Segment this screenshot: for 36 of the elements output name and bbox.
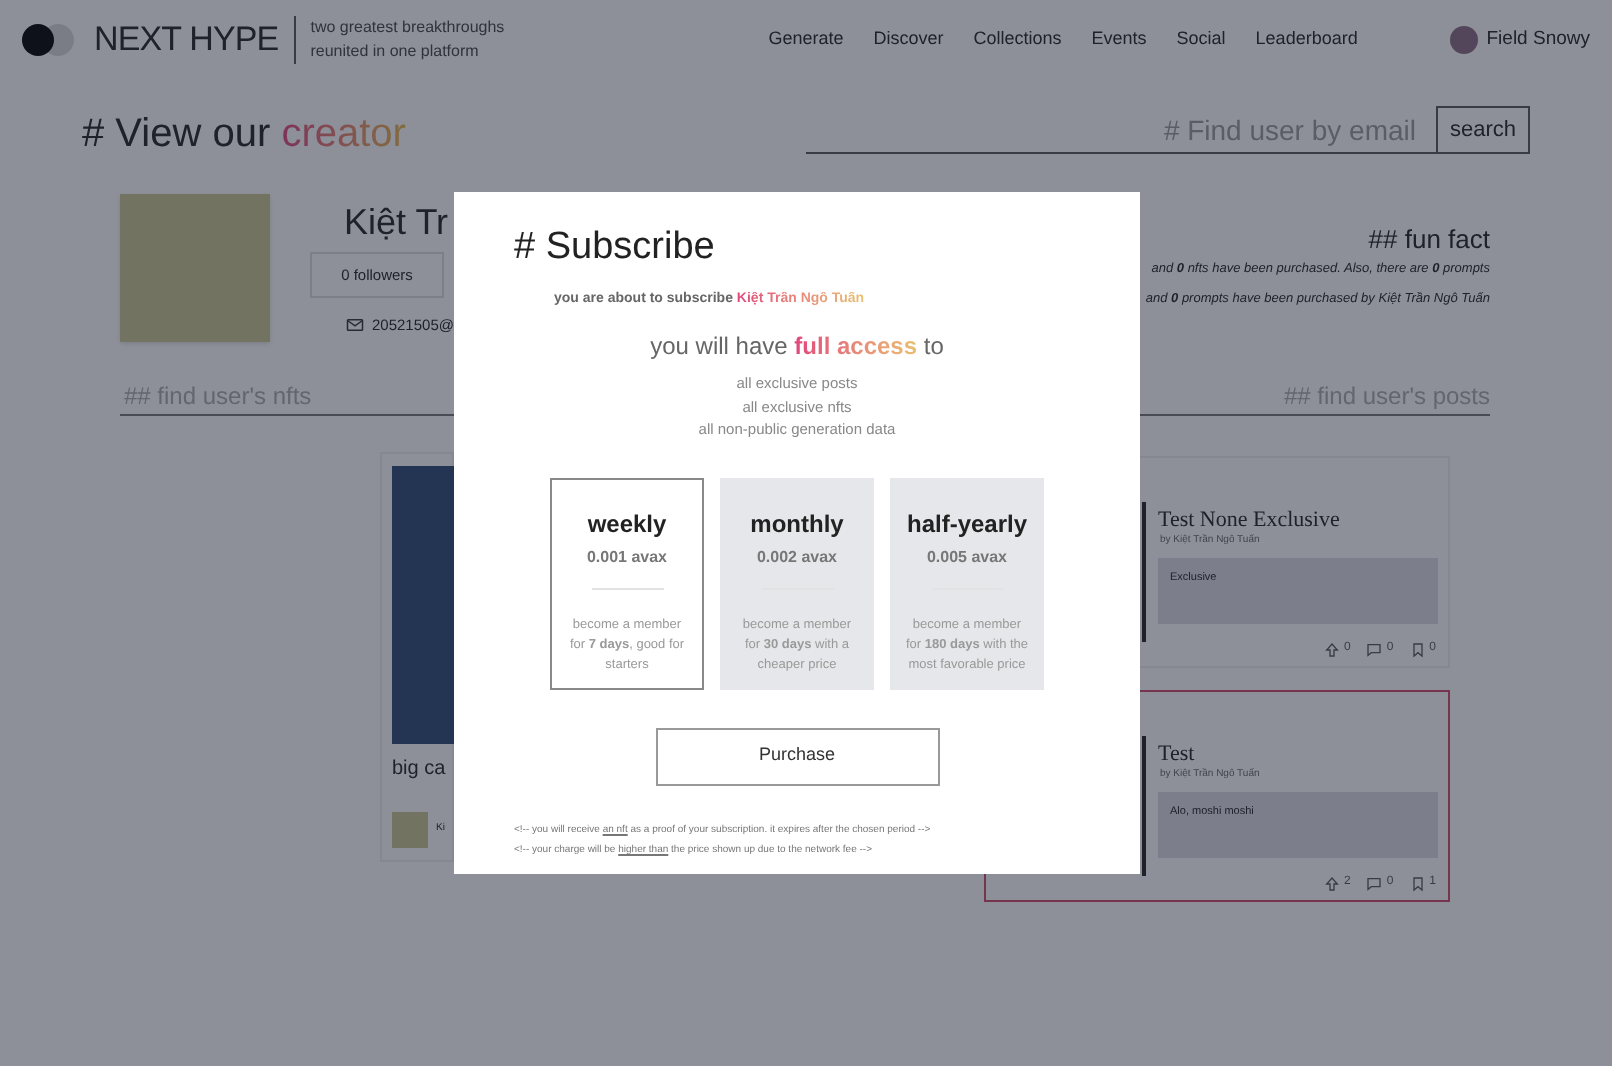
plan-price: 0.005 avax <box>926 545 1008 569</box>
profile-name: Kiệt Tr <box>344 200 449 246</box>
tagline: two greatest breakthroughs <box>310 16 505 40</box>
nav-link[interactable]: Discover <box>873 26 944 54</box>
comment-icon <box>1366 875 1383 891</box>
comment-icon <box>1366 641 1383 657</box>
plan-name: half-yearly <box>906 507 1028 541</box>
nav-link[interactable]: Collections <box>973 26 1062 54</box>
bookmark-icon <box>1409 641 1426 657</box>
nav-link[interactable]: Social <box>1176 26 1226 54</box>
upvote-icon <box>1323 641 1340 657</box>
plan-price: 0.002 avax <box>756 545 838 569</box>
post-title: Test <box>1158 740 1195 768</box>
nft-title: big ca <box>392 756 446 784</box>
plan-name: monthly <box>750 507 844 541</box>
plan-name: weekly <box>587 507 667 541</box>
logo-icon <box>22 24 78 56</box>
user-name[interactable]: Field Snowy <box>1486 25 1590 55</box>
nav-link[interactable]: Leaderboard <box>1255 26 1358 54</box>
nav-link[interactable]: Generate <box>768 26 844 54</box>
owner-thumbnail <box>392 812 428 848</box>
fun-fact-title: ## fun fact <box>1368 222 1490 258</box>
dialog-title: # Subscribe <box>514 224 715 272</box>
post-title: Test None Exclusive <box>1158 506 1340 534</box>
tagline: reunited in one platform <box>310 40 481 64</box>
access-heading: you will have full access to <box>650 330 944 364</box>
purchase-button[interactable]: Purchase <box>655 727 939 785</box>
search-button[interactable]: search <box>1436 106 1531 154</box>
avatar <box>1450 26 1479 54</box>
mail-icon <box>346 316 364 335</box>
page-heading: # View our creator <box>82 110 406 160</box>
brand-name: NEXT HYPE <box>94 18 279 63</box>
plan-price: 0.001 avax <box>586 545 668 569</box>
nav-link[interactable]: Events <box>1091 26 1147 54</box>
upvote-icon <box>1323 875 1340 891</box>
bookmark-icon <box>1409 875 1426 891</box>
